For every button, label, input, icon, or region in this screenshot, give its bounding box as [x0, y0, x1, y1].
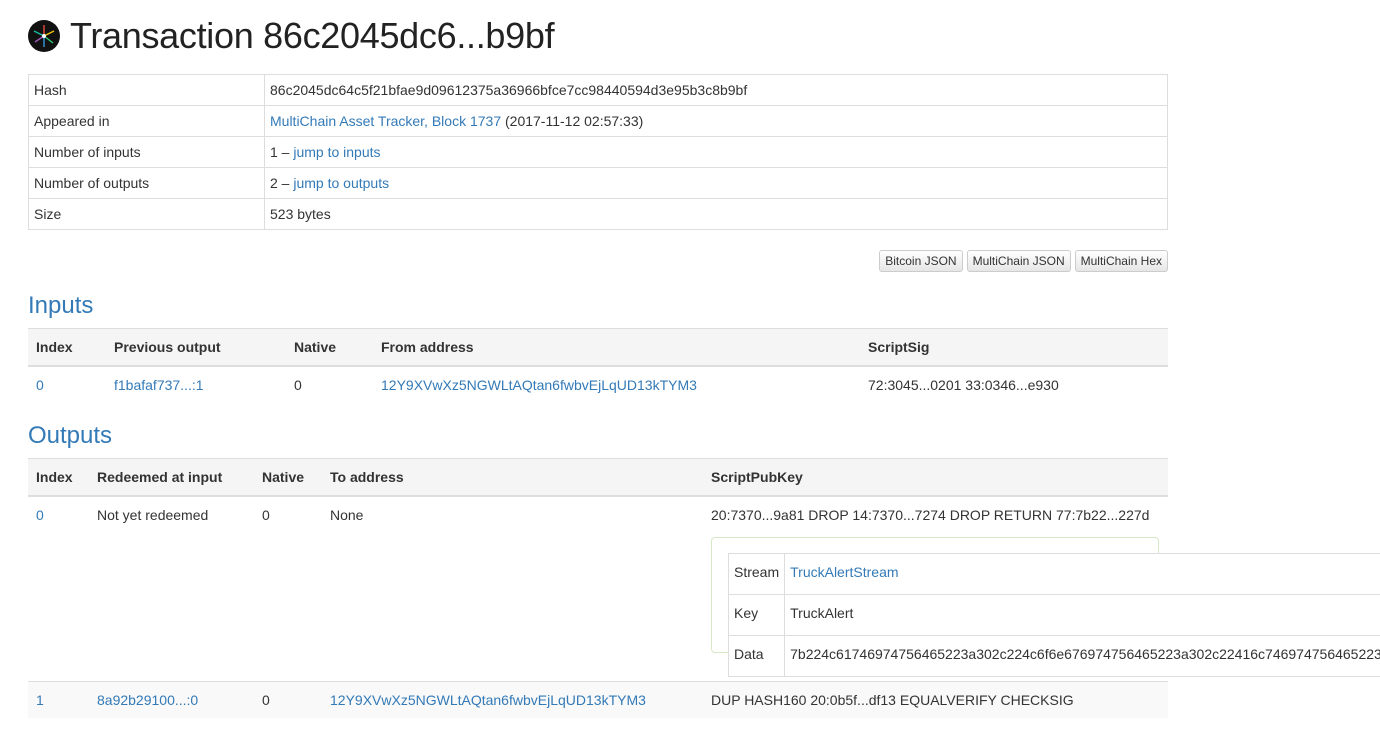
scriptpubkey-cell: 20:7370...9a81 DROP 14:7370...7274 DROP …	[703, 496, 1380, 682]
inputs-count-value: 1 – jump to inputs	[264, 136, 1168, 168]
transaction-summary-table: Hash 86c2045dc64c5f21bfae9d09612375a3696…	[28, 74, 1168, 230]
size-row: Size 523 bytes	[28, 198, 1168, 230]
outputs-count-label: Number of outputs	[28, 167, 265, 199]
col-previous-output: Previous output	[106, 328, 286, 367]
native-value: 0	[294, 377, 302, 393]
jump-to-inputs-link[interactable]: jump to inputs	[293, 144, 380, 160]
from-address-link[interactable]: 12Y9XVwXz5NGWLtAQtan6fwbvEjLqUD13kTYM3	[381, 377, 697, 393]
table-row: 1 8a92b29100...:0 0 12Y9XVwXz5NGWLtAQtan…	[28, 681, 1168, 718]
bitcoin-json-button[interactable]: Bitcoin JSON	[879, 250, 963, 272]
input-index-link[interactable]: 0	[36, 377, 44, 393]
multichain-hex-button[interactable]: MultiChain Hex	[1074, 250, 1168, 272]
table-row: 0 f1bafaf737...:1 0 12Y9XVwXz5NGWLtAQtan…	[28, 366, 1168, 403]
table-row: 0 Not yet redeemed 0 None 20:7370...9a81…	[28, 496, 1380, 682]
to-address-value: None	[330, 507, 364, 523]
appeared-value: MultiChain Asset Tracker, Block 1737 (20…	[264, 105, 1168, 137]
appeared-label: Appeared in	[28, 105, 265, 137]
multichain-json-button[interactable]: MultiChain JSON	[966, 250, 1071, 272]
stream-item-table: Stream TruckAlertStream Key TruckAlert D…	[727, 553, 1380, 677]
data-label: Data	[727, 635, 786, 677]
col-index: Index	[28, 328, 106, 367]
outputs-header-row: Index Redeemed at input Native To addres…	[28, 458, 1168, 497]
redeemed-input-link[interactable]: 8a92b29100...:0	[97, 692, 198, 708]
inputs-table: Index Previous output Native From addres…	[28, 328, 1168, 403]
format-buttons: Bitcoin JSON MultiChain JSON MultiChain …	[879, 250, 1168, 272]
multichain-logo-icon	[28, 20, 60, 52]
outputs-heading: Outputs	[28, 422, 113, 449]
col-native: Native	[254, 458, 322, 497]
col-scriptpubkey: ScriptPubKey	[703, 458, 1168, 497]
stream-link[interactable]: TruckAlertStream	[790, 564, 898, 580]
page-title: Transaction 86c2045dc6...b9bf	[70, 15, 555, 56]
inputs-count: 1 –	[270, 144, 290, 160]
inputs-count-label: Number of inputs	[28, 136, 265, 168]
redeemed-value: Not yet redeemed	[97, 507, 209, 523]
hash-label: Hash	[28, 74, 265, 106]
hash-value: 86c2045dc64c5f21bfae9d09612375a36966bfce…	[264, 74, 1168, 106]
scriptpubkey-value: DUP HASH160 20:0b5f...df13 EQUALVERIFY C…	[703, 681, 1168, 718]
key-label: Key	[727, 594, 786, 636]
native-value: 0	[254, 681, 322, 718]
col-index: Index	[28, 458, 89, 497]
block-link[interactable]: MultiChain Asset Tracker, Block 1737	[270, 113, 501, 129]
col-scriptsig: ScriptSig	[860, 328, 1168, 367]
page-header: Transaction 86c2045dc6...b9bf	[28, 14, 555, 58]
previous-output-link[interactable]: f1bafaf737...:1	[114, 377, 204, 393]
size-value: 523 bytes	[264, 198, 1168, 230]
inputs-heading: Inputs	[28, 292, 94, 319]
col-redeemed: Redeemed at input	[89, 458, 254, 497]
col-native: Native	[286, 328, 373, 367]
scriptsig-value: 72:3045...0201 33:0346...e930	[868, 377, 1059, 393]
inputs-header-row: Index Previous output Native From addres…	[28, 328, 1168, 367]
jump-to-outputs-link[interactable]: jump to outputs	[293, 175, 389, 191]
appeared-row: Appeared in MultiChain Asset Tracker, Bl…	[28, 105, 1168, 137]
outputs-count: 2 –	[270, 175, 290, 191]
stream-label: Stream	[727, 553, 786, 595]
native-value: 0	[262, 507, 270, 523]
scriptpubkey-value: 20:7370...9a81 DROP 14:7370...7274 DROP …	[711, 507, 1150, 523]
outputs-count-row: Number of outputs 2 – jump to outputs	[28, 167, 1168, 199]
outputs-table: Index Redeemed at input Native To addres…	[28, 458, 1380, 718]
col-from-address: From address	[373, 328, 860, 367]
to-address-link[interactable]: 12Y9XVwXz5NGWLtAQtan6fwbvEjLqUD13kTYM3	[330, 692, 646, 708]
size-label: Size	[28, 198, 265, 230]
col-to-address: To address	[322, 458, 703, 497]
inputs-count-row: Number of inputs 1 – jump to inputs	[28, 136, 1168, 168]
appeared-time: (2017-11-12 02:57:33)	[505, 113, 644, 129]
key-value: TruckAlert	[784, 594, 1380, 636]
outputs-count-value: 2 – jump to outputs	[264, 167, 1168, 199]
output-index-link[interactable]: 0	[36, 507, 44, 523]
stream-item-panel: Stream TruckAlertStream Key TruckAlert D…	[711, 537, 1380, 677]
hash-row: Hash 86c2045dc64c5f21bfae9d09612375a3696…	[28, 74, 1168, 106]
output-index-link[interactable]: 1	[36, 692, 44, 708]
data-value: 7b224c61746974756465223a302c224c6f6e6769…	[784, 635, 1380, 677]
